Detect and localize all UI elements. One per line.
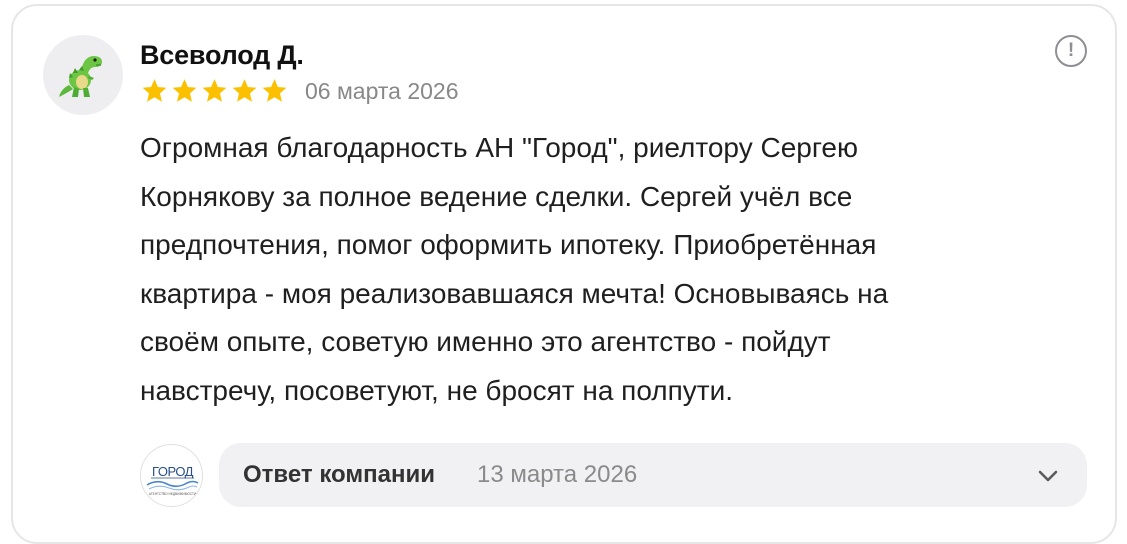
author-avatar[interactable] <box>43 35 123 115</box>
company-logo[interactable]: ГОРОД АГЕНТСТВО НЕДВИЖИМОСТИ <box>140 444 203 507</box>
rating-stars <box>140 77 289 105</box>
star-icon <box>232 79 257 102</box>
star-icon <box>172 79 197 102</box>
company-logo-text: ГОРОД <box>152 464 194 479</box>
reply-date: 13 марта 2026 <box>477 461 638 488</box>
star-icon <box>262 79 287 102</box>
star-icon <box>142 79 167 102</box>
company-reply-toggle[interactable]: Ответ компании 13 марта 2026 <box>219 443 1087 507</box>
author-name[interactable]: Всеволод Д. <box>140 40 304 71</box>
company-logo-subtext: АГЕНТСТВО НЕДВИЖИМОСТИ <box>149 492 197 496</box>
report-icon[interactable]: ! <box>1055 35 1087 67</box>
star-icon <box>202 79 227 102</box>
review-text: Огромная благодарность АН "Город", риелт… <box>140 132 889 406</box>
chevron-down-icon <box>1038 470 1058 482</box>
dinosaur-icon <box>59 56 102 97</box>
reply-label: Ответ компании <box>243 461 435 488</box>
review-date: 06 марта 2026 <box>305 78 459 104</box>
